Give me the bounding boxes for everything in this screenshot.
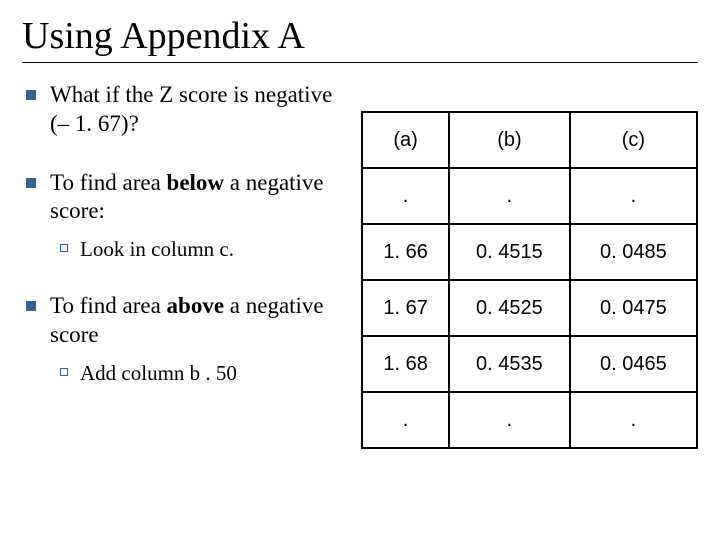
bullet-3-pre: To find area: [50, 293, 167, 318]
header-c: (c): [570, 112, 697, 168]
bullet-3-sub-text: Add column b . 50: [80, 361, 237, 385]
cell-r3-a: 1. 67: [362, 280, 449, 336]
table-row: 1. 67 0. 4525 0. 0475: [362, 280, 697, 336]
bullet-2-sub: Look in column c.: [50, 236, 349, 262]
bullet-column: What if the Z score is negative (– 1. 67…: [22, 81, 361, 416]
cell-r3-b: 0. 4525: [449, 280, 570, 336]
bullet-1-text: What if the Z score is negative (– 1. 67…: [50, 82, 332, 136]
cell-r3-c: 0. 0475: [570, 280, 697, 336]
table-header-row: (a) (b) (c): [362, 112, 697, 168]
content-row: What if the Z score is negative (– 1. 67…: [22, 81, 698, 449]
table-row: 1. 68 0. 4535 0. 0465: [362, 336, 697, 392]
bullet-1: What if the Z score is negative (– 1. 67…: [22, 81, 349, 139]
table-column: (a) (b) (c) . . . 1. 66 0. 4515 0. 0485 …: [361, 81, 698, 449]
bullet-2-bold: below: [167, 170, 225, 195]
header-a: (a): [362, 112, 449, 168]
z-table: (a) (b) (c) . . . 1. 66 0. 4515 0. 0485 …: [361, 111, 698, 449]
slide-title: Using Appendix A: [22, 14, 698, 58]
bullet-2-sub-text: Look in column c.: [80, 237, 234, 261]
cell-r5-c: .: [570, 392, 697, 448]
bullet-3-bold: above: [167, 293, 225, 318]
cell-r5-b: .: [449, 392, 570, 448]
table-row: . . .: [362, 168, 697, 224]
table-row: 1. 66 0. 4515 0. 0485: [362, 224, 697, 280]
bullet-3-sub: Add column b . 50: [50, 360, 349, 386]
cell-r1-b: .: [449, 168, 570, 224]
bullet-3-sublist: Add column b . 50: [50, 360, 349, 386]
bullet-list: What if the Z score is negative (– 1. 67…: [22, 81, 349, 386]
bullet-2-sublist: Look in column c.: [50, 236, 349, 262]
cell-r4-a: 1. 68: [362, 336, 449, 392]
cell-r2-a: 1. 66: [362, 224, 449, 280]
bullet-2: To find area below a negative score: Loo…: [22, 169, 349, 263]
bullet-3: To find area above a negative score Add …: [22, 292, 349, 386]
cell-r2-b: 0. 4515: [449, 224, 570, 280]
cell-r5-a: .: [362, 392, 449, 448]
cell-r4-b: 0. 4535: [449, 336, 570, 392]
cell-r1-a: .: [362, 168, 449, 224]
title-underline: [22, 62, 698, 63]
slide: Using Appendix A What if the Z score is …: [0, 0, 720, 540]
header-b: (b): [449, 112, 570, 168]
cell-r2-c: 0. 0485: [570, 224, 697, 280]
table-row: . . .: [362, 392, 697, 448]
cell-r1-c: .: [570, 168, 697, 224]
cell-r4-c: 0. 0465: [570, 336, 697, 392]
bullet-2-pre: To find area: [50, 170, 167, 195]
